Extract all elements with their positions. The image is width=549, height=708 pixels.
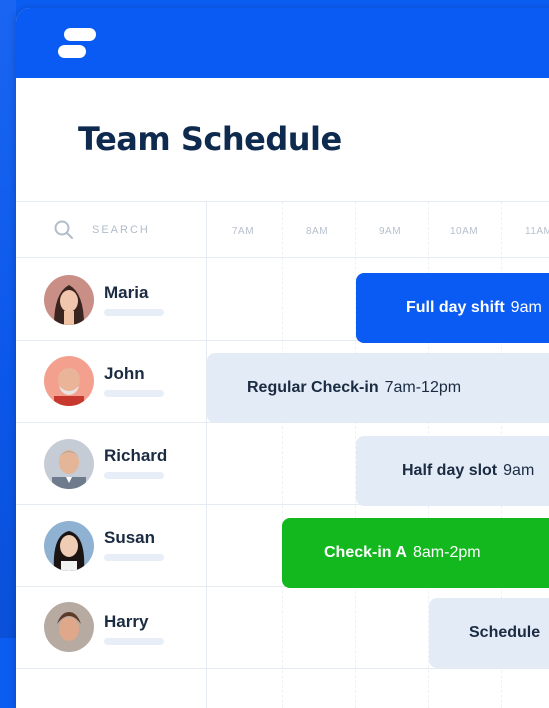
avatar bbox=[44, 439, 94, 489]
shift-time: 9am bbox=[510, 299, 542, 316]
hour-label: 8AM bbox=[306, 226, 329, 237]
hour-label: 7AM bbox=[232, 226, 255, 237]
schedule-header-row: SEARCH 7AM 8AM 9AM 10AM 11AM bbox=[16, 202, 549, 258]
app-logo-icon[interactable] bbox=[58, 28, 98, 62]
shift-time: 8am-2pm bbox=[412, 544, 481, 561]
avatar bbox=[44, 275, 94, 325]
shift-block[interactable]: Half day slot 9am bbox=[356, 436, 549, 506]
search-field[interactable]: SEARCH bbox=[54, 220, 150, 240]
page-title: Team Schedule bbox=[78, 120, 342, 158]
hour-label: 11AM bbox=[525, 226, 549, 237]
avatar bbox=[44, 602, 94, 652]
shift-time: 9am bbox=[503, 462, 535, 479]
person-name: Harry bbox=[104, 612, 149, 631]
shift-block[interactable]: Schedule bbox=[429, 598, 549, 668]
shift-block[interactable]: Regular Check-in 7am-12pm bbox=[207, 353, 549, 423]
avatar bbox=[44, 356, 94, 406]
shift-title: Check-in A bbox=[324, 544, 407, 561]
person-name: Maria bbox=[104, 283, 149, 302]
shift-title: Schedule bbox=[469, 624, 541, 641]
search-placeholder: SEARCH bbox=[92, 224, 150, 236]
person-name: John bbox=[104, 364, 145, 383]
person-name: Richard bbox=[104, 446, 168, 465]
shift-block[interactable]: Check-in A 8am-2pm bbox=[282, 518, 549, 588]
person-name: Susan bbox=[104, 528, 156, 547]
background-strip bbox=[0, 0, 16, 638]
shift-title: Half day slot bbox=[402, 462, 498, 479]
shift-title: Regular Check-in bbox=[247, 379, 379, 396]
shift-block[interactable]: Full day shift 9am bbox=[356, 273, 549, 343]
top-bar bbox=[16, 8, 549, 78]
search-icon bbox=[54, 220, 74, 240]
hour-label: 9AM bbox=[379, 226, 402, 237]
shift-time: 7am-12pm bbox=[384, 379, 462, 396]
hour-label: 10AM bbox=[450, 226, 479, 237]
avatar bbox=[44, 521, 94, 571]
app-window: Team Schedule SEARCH 7AM 8AM 9AM 10AM 11… bbox=[16, 8, 549, 708]
schedule-grid: SEARCH 7AM 8AM 9AM 10AM 11AM Maria John … bbox=[16, 201, 549, 708]
shift-title: Full day shift bbox=[406, 299, 505, 316]
